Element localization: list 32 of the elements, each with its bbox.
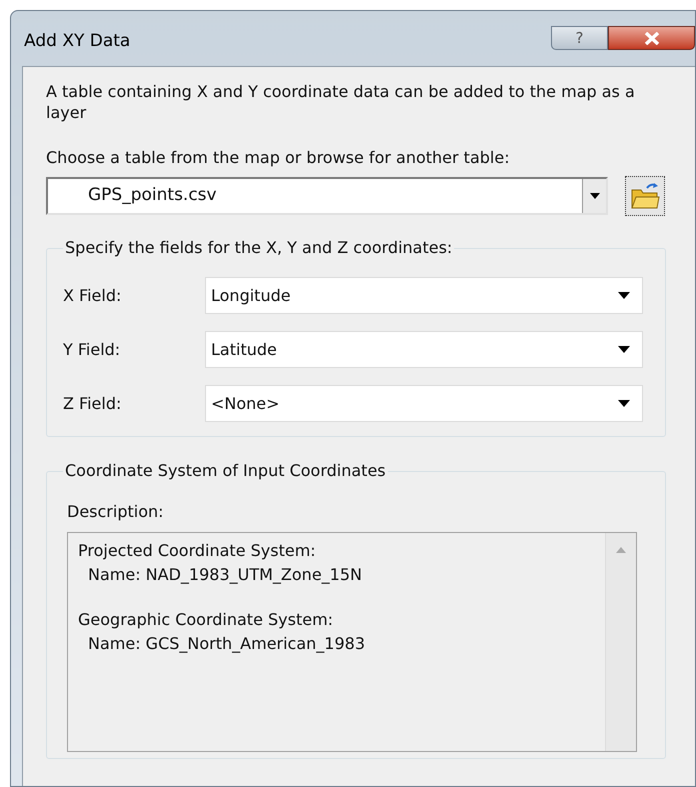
field-dropdown-value: <None> [211, 392, 281, 414]
description-name: Name: GCS_North_American_1983 [87, 633, 366, 655]
scrollbar[interactable] [605, 533, 636, 751]
group-title: Specify the fields for the X, Y and Z coordinates: [64, 237, 454, 259]
field-dropdown-value: Latitude [211, 338, 278, 360]
help-button[interactable]: ? [551, 26, 608, 50]
table-prompt: Choose a table from the map or browse for another table: [46, 147, 511, 168]
caret-icon [618, 292, 630, 299]
field-dropdown[interactable]: Longitude [205, 277, 643, 314]
table-dropdown[interactable]: GPS_points.csv [46, 177, 608, 215]
description-label: Description: [67, 501, 165, 523]
field-label: Y Field: [63, 338, 122, 360]
caret-icon [590, 193, 600, 199]
description-heading: Geographic Coordinate System: [78, 609, 334, 631]
field-label: Z Field: [63, 392, 122, 414]
close-button[interactable] [608, 26, 695, 50]
folder-icon [630, 182, 660, 210]
field-dropdown[interactable]: <None> [205, 385, 643, 422]
field-dropdown-value: Longitude [211, 284, 292, 306]
description-name: Name: NAD_1983_UTM_Zone_15N [87, 564, 363, 586]
caret-icon [618, 400, 630, 407]
dropdown-arrow-button[interactable] [582, 179, 606, 213]
table-dropdown-value: GPS_points.csv [87, 184, 218, 208]
browse-button[interactable] [625, 176, 665, 216]
window-title: Add XY Data [24, 30, 130, 53]
intro-text: A table containing X and Y coordinate data can be added to the map as a layer [46, 81, 636, 123]
close-icon [644, 32, 660, 44]
group-title: Coordinate System of Input Coordinates [64, 460, 387, 482]
field-dropdown[interactable]: Latitude [205, 331, 643, 368]
field-label: X Field: [63, 284, 122, 306]
description-heading: Projected Coordinate System: [78, 540, 317, 562]
caret-icon [618, 346, 630, 353]
